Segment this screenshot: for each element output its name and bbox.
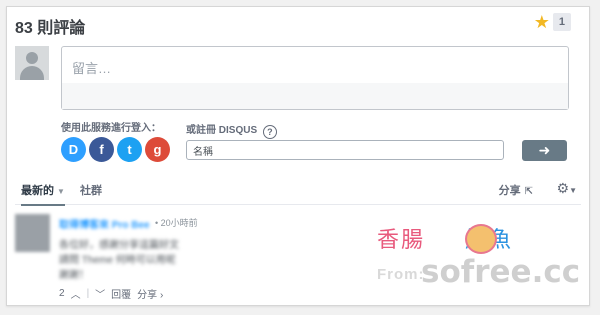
- login-services-label: 使用此服務進行登入：: [61, 123, 161, 134]
- external-share-icon: ⇱: [524, 186, 533, 197]
- share-thread-button[interactable]: 分享 ⇱: [499, 182, 533, 198]
- favorite-count: 1: [552, 13, 571, 31]
- tab-latest-label: 最新的: [21, 185, 54, 197]
- comment-input[interactable]: 留言…: [61, 46, 569, 110]
- tab-latest[interactable]: 最新的 ▼: [21, 182, 65, 206]
- favorite-button[interactable]: ★ 1: [534, 13, 571, 31]
- mascot-icon: [465, 224, 497, 254]
- tab-community[interactable]: 社群: [80, 182, 102, 198]
- watermark-site: sofree.cc: [421, 254, 581, 290]
- comment-toolbar-strip: [62, 83, 568, 109]
- chevron-down-icon: ▼: [569, 186, 577, 195]
- chevron-down-icon: ▼: [57, 187, 65, 196]
- register-text: 或註冊 DISQUS: [186, 125, 258, 136]
- comment-count-title: 83 則評論: [15, 20, 86, 37]
- comment-timestamp[interactable]: • 20小時前: [155, 216, 198, 229]
- divider: |: [86, 288, 90, 299]
- register-disqus-label: 或註冊 DISQUS ?: [186, 121, 277, 139]
- disqus-comments-panel: 83 則評論 ★ 1 留言… 使用此服務進行登入： D f t g 或註冊 DI…: [6, 6, 590, 306]
- facebook-login-icon[interactable]: f: [89, 137, 114, 162]
- submit-button[interactable]: ➜: [522, 140, 567, 161]
- watermark-text-a: 香腸: [377, 228, 426, 253]
- comment-actions: 2 ︿ | ﹀ 回覆 分享 ›: [59, 286, 163, 301]
- site-watermark: 香腸魷魚 From: sofree.cc: [377, 222, 591, 297]
- vote-count: 2: [59, 288, 65, 299]
- comment-share-link[interactable]: 分享 ›: [137, 286, 163, 301]
- help-icon[interactable]: ?: [262, 125, 277, 139]
- name-placeholder: 名稱: [193, 146, 213, 158]
- sort-tabs: 最新的 ▼ 社群 分享 ⇱ ⚙▼: [15, 180, 581, 206]
- name-input[interactable]: 名稱: [186, 140, 504, 160]
- comment-author[interactable]: 取得博客來 Pro Bee: [59, 216, 150, 231]
- avatar-head-shape: [26, 52, 38, 64]
- google-login-icon[interactable]: g: [145, 137, 170, 162]
- share-label: 分享: [498, 185, 521, 197]
- arrow-right-icon: ➜: [538, 142, 551, 158]
- user-avatar: [15, 46, 49, 80]
- commenter-avatar[interactable]: [15, 214, 50, 252]
- gear-icon: ⚙: [556, 180, 570, 196]
- comment-text-line: 請問 Theme 何時可以用呢: [59, 255, 176, 266]
- settings-menu[interactable]: ⚙▼: [557, 180, 577, 197]
- disqus-login-icon[interactable]: D: [61, 137, 86, 162]
- comment-text-line: 各位好，感謝分享這篇好文: [59, 240, 179, 251]
- twitter-login-icon[interactable]: t: [117, 137, 142, 162]
- watermark-from: From:: [377, 266, 425, 283]
- downvote-icon[interactable]: ﹀: [95, 286, 105, 301]
- reply-link[interactable]: 回覆: [111, 286, 131, 301]
- upvote-icon[interactable]: ︿: [71, 286, 81, 301]
- avatar-body-shape: [20, 66, 44, 80]
- comment-text-line: 謝謝！: [59, 270, 89, 281]
- star-icon: ★: [533, 12, 550, 32]
- comment-placeholder: 留言…: [72, 61, 112, 76]
